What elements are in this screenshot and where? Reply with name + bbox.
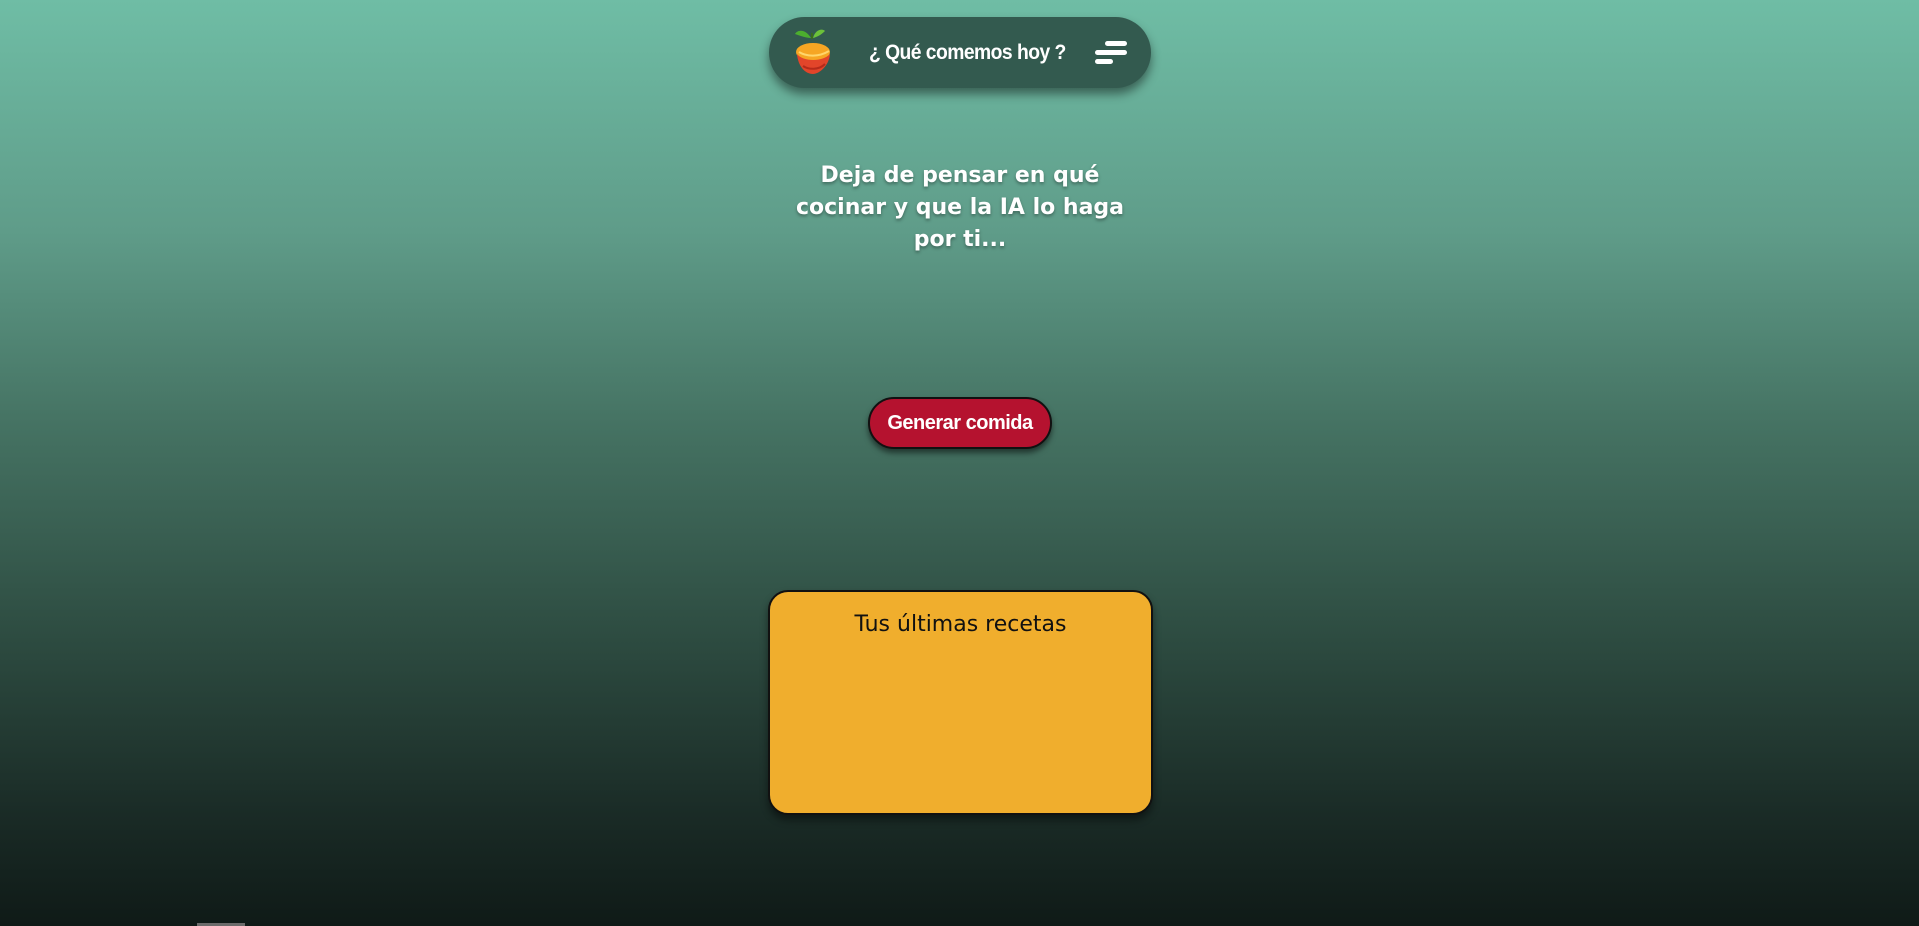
generate-meal-button[interactable]: Generar comida — [868, 397, 1052, 449]
fruit-logo-icon[interactable] — [789, 26, 837, 78]
menu-line-bottom — [1095, 59, 1113, 64]
hamburger-menu-icon[interactable] — [1091, 37, 1131, 69]
recent-recipes-card: Tus últimas recetas — [768, 590, 1153, 815]
app-title: ¿ Qué comemos hoy ? — [869, 41, 1066, 64]
menu-line-top — [1105, 41, 1127, 46]
hero-tagline: Deja de pensar en qué cocinar y que la I… — [795, 163, 1125, 252]
recent-recipes-title: Tus últimas recetas — [854, 612, 1067, 637]
menu-line-middle — [1095, 50, 1127, 55]
top-navbar: ¿ Qué comemos hoy ? — [769, 17, 1151, 88]
